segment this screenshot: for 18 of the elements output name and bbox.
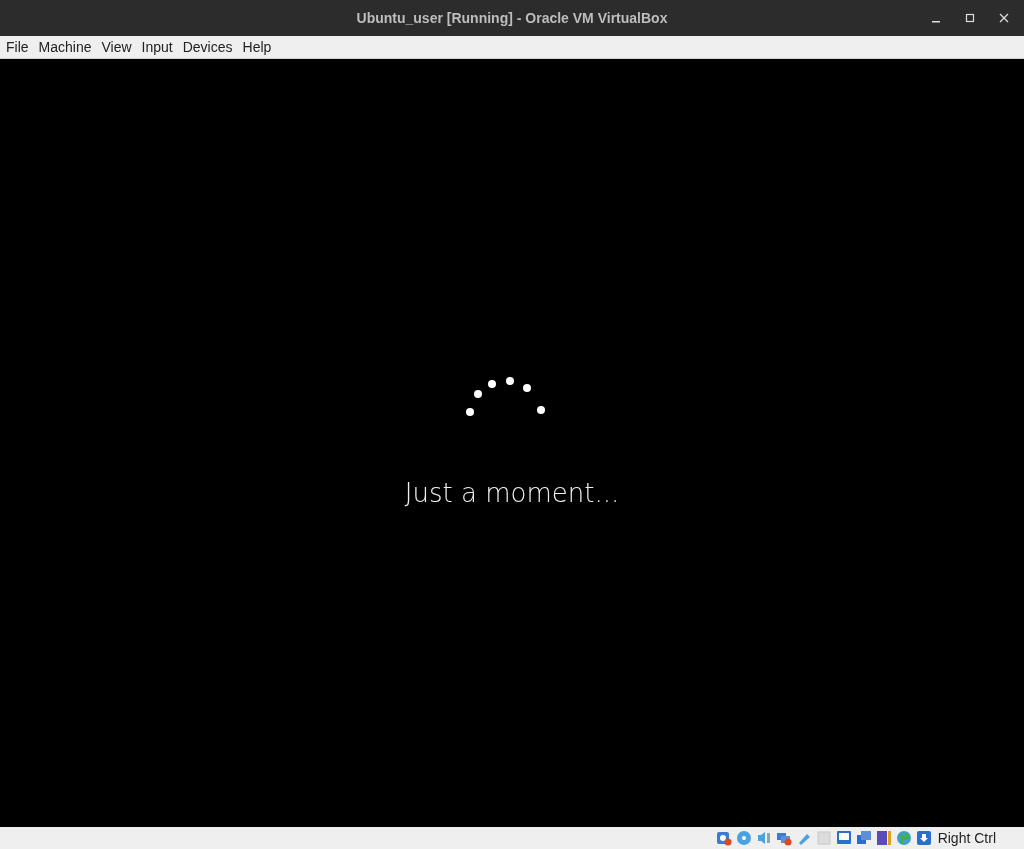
globe-icon[interactable]: [895, 830, 912, 846]
menu-item[interactable]: File: [1, 37, 34, 57]
menu-item[interactable]: Devices: [177, 37, 238, 57]
speaker-icon[interactable]: [755, 830, 772, 846]
monitor-icon[interactable]: [835, 830, 852, 846]
menu-item[interactable]: Machine: [33, 37, 97, 57]
optical-disc-icon[interactable]: [735, 830, 752, 846]
host-key-label: Right Ctrl: [937, 828, 996, 848]
maximize-icon: [965, 13, 975, 23]
menu-item[interactable]: Input: [136, 37, 178, 57]
minimize-icon: [932, 21, 940, 23]
menu-item[interactable]: Help: [237, 37, 277, 57]
windows-icon[interactable]: [855, 830, 872, 846]
loading-message: Just a moment...: [404, 477, 620, 510]
window-title: Ubuntu_user [Running] - Oracle VM VirtualBox: [356, 8, 668, 28]
close-icon: [999, 13, 1009, 23]
network-icon[interactable]: [775, 830, 792, 846]
menu-item[interactable]: View: [96, 37, 137, 57]
